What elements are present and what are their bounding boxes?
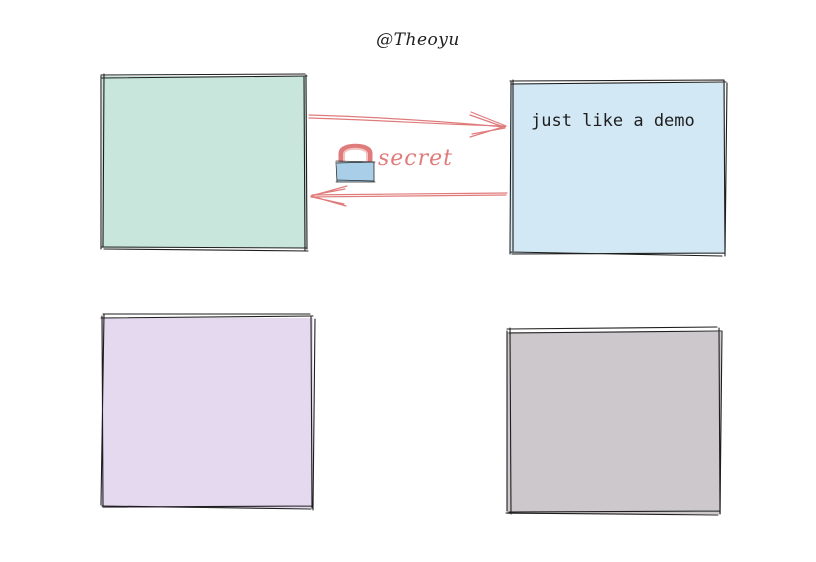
lock-icon	[335, 143, 376, 183]
box-top-right-label: just like a demo	[531, 111, 695, 131]
box-top-left[interactable]	[100, 73, 309, 252]
arrow-right-to-left[interactable]	[310, 185, 508, 207]
box-bottom-right[interactable]	[505, 326, 723, 516]
diagram-canvas: @Theoyu just like a demo secret	[0, 0, 816, 562]
author-handle: @Theoyu	[376, 30, 460, 50]
arrow-left-to-right[interactable]	[308, 111, 507, 138]
edge-secret-label: secret	[378, 146, 454, 171]
diagram-sketch	[100, 73, 728, 516]
box-bottom-left[interactable]	[100, 313, 316, 511]
box-top-right[interactable]	[509, 79, 728, 257]
